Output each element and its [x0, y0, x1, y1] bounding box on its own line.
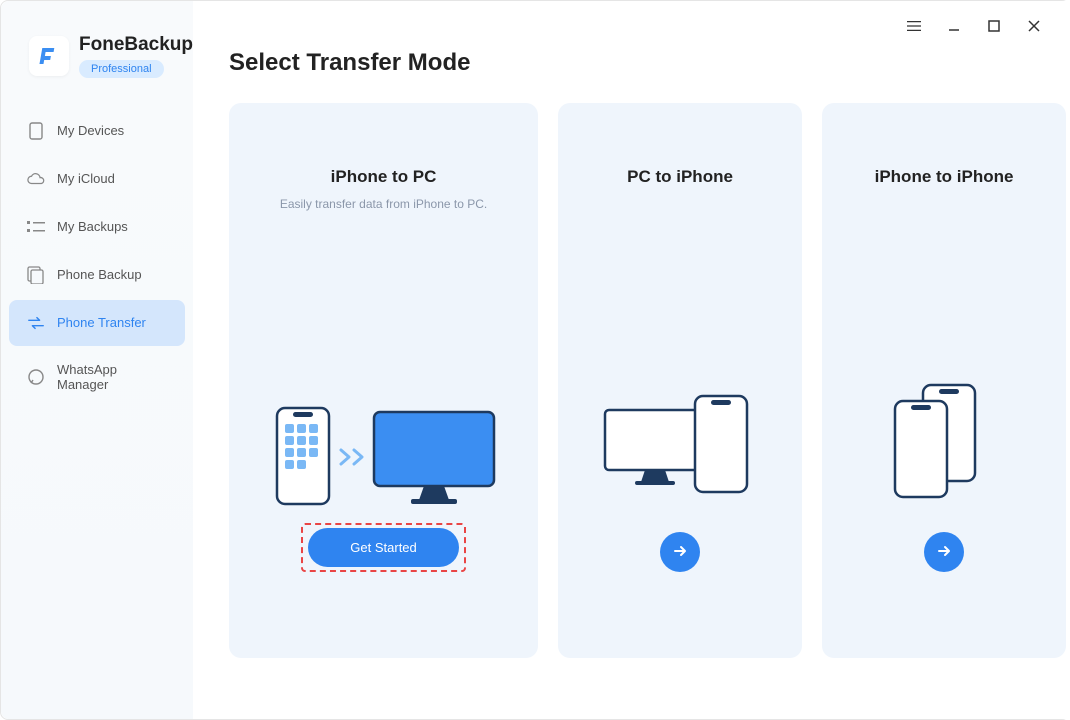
sidebar-item-my-devices[interactable]: My Devices [9, 108, 185, 154]
backup-icon [27, 266, 45, 284]
illustration-pc-to-iphone [574, 227, 786, 658]
cloud-icon [27, 170, 45, 188]
brand-name: FoneBackup [79, 35, 193, 56]
arrow-right-icon [936, 543, 952, 562]
transfer-icon [27, 314, 45, 332]
sidebar-item-label: My Backups [57, 219, 128, 234]
list-icon [27, 218, 45, 236]
card-title: PC to iPhone [627, 167, 733, 187]
sidebar-item-label: My Devices [57, 123, 124, 138]
maximize-icon[interactable] [987, 19, 1001, 33]
illustration-iphone-to-iphone [838, 227, 1050, 658]
minimize-icon[interactable] [947, 19, 961, 33]
sidebar-item-my-icloud[interactable]: My iCloud [9, 156, 185, 202]
sidebar-item-phone-backup[interactable]: Phone Backup [9, 252, 185, 298]
illustration-iphone-to-pc [245, 251, 522, 658]
card-title: iPhone to PC [331, 167, 437, 187]
arrow-button[interactable] [924, 532, 964, 572]
sidebar-item-label: Phone Transfer [57, 315, 146, 330]
sidebar-item-label: Phone Backup [57, 267, 142, 282]
arrow-right-icon [672, 543, 688, 562]
sidebar-item-my-backups[interactable]: My Backups [9, 204, 185, 250]
menu-icon[interactable] [907, 19, 921, 33]
card-description: Easily transfer data from iPhone to PC. [280, 197, 487, 211]
get-started-button[interactable]: Get Started [308, 528, 458, 567]
main-content: Select Transfer Mode iPhone to PC Easily… [193, 1, 1070, 719]
sidebar-item-phone-transfer[interactable]: Phone Transfer [9, 300, 185, 346]
arrow-button[interactable] [660, 532, 700, 572]
card-iphone-to-iphone[interactable]: iPhone to iPhone [822, 103, 1066, 658]
close-icon[interactable] [1027, 19, 1041, 33]
sidebar-item-label: WhatsApp Manager [57, 362, 167, 392]
brand-badge: Professional [79, 60, 164, 78]
card-title: iPhone to iPhone [875, 167, 1014, 187]
app-logo-icon [29, 36, 69, 76]
card-pc-to-iphone[interactable]: PC to iPhone [558, 103, 802, 658]
sidebar-item-label: My iCloud [57, 171, 115, 186]
app-window: FoneBackup Professional My Devices My iC… [0, 0, 1070, 720]
chat-icon [27, 368, 45, 386]
page-title: Select Transfer Mode [229, 49, 1066, 77]
brand-block: FoneBackup Professional [1, 35, 193, 78]
card-iphone-to-pc[interactable]: iPhone to PC Easily transfer data from i… [229, 103, 538, 658]
sidebar-item-whatsapp-manager[interactable]: WhatsApp Manager [9, 348, 185, 406]
phone-icon [27, 122, 45, 140]
window-controls [907, 19, 1041, 33]
highlight-box: Get Started [301, 523, 465, 572]
sidebar: FoneBackup Professional My Devices My iC… [1, 1, 193, 719]
sidebar-nav: My Devices My iCloud My Backups [1, 108, 193, 406]
transfer-mode-cards: iPhone to PC Easily transfer data from i… [229, 103, 1066, 658]
